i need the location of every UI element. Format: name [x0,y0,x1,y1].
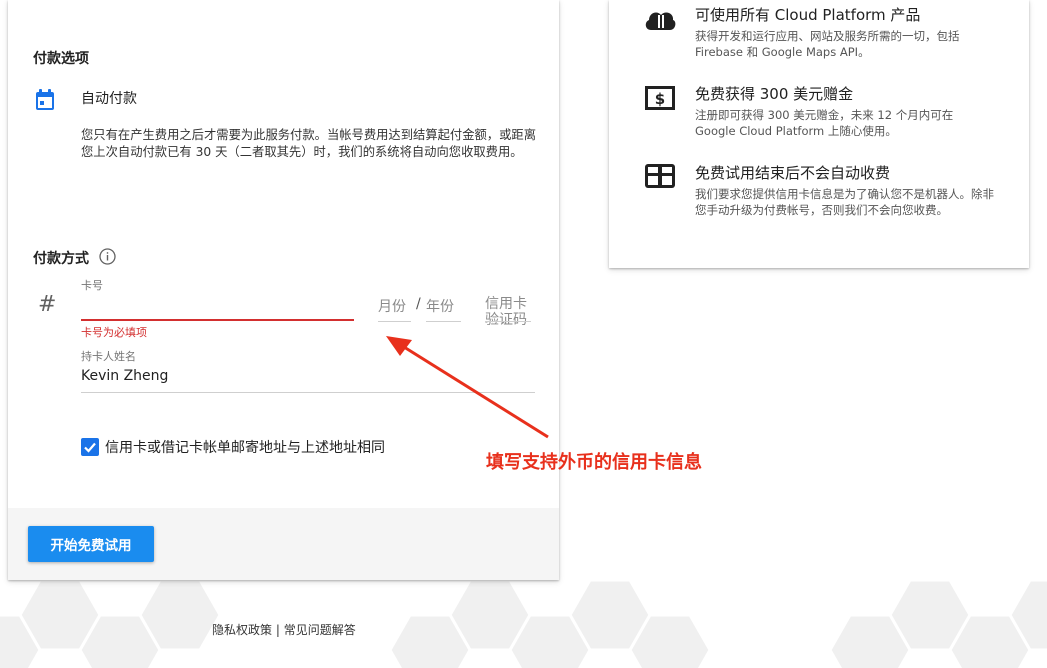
svg-text:$: $ [655,90,665,108]
cardholder-underline [81,392,535,393]
cvc-underline [485,321,531,322]
cvc-input[interactable]: 信用卡验证码 [485,296,531,328]
footer-separator: | [275,623,280,637]
card-number-label: 卡号 [81,279,103,292]
benefits-card: 可使用所有 Cloud Platform 产品 获得开发和运行应用、网站及服务所… [609,0,1029,268]
expiry-year-underline [426,321,461,322]
expiry-month-underline [378,321,411,322]
card-number-input[interactable] [81,294,353,318]
start-free-trial-button[interactable]: 开始免费试用 [28,526,154,562]
dollar-icon: $ [645,86,675,110]
same-address-checkbox[interactable] [81,438,99,456]
cloud-icon [645,12,676,30]
auto-pay-label: 自动付款 [81,91,137,107]
cardholder-name-input[interactable]: Kevin Zheng [81,368,168,384]
benefit-title-3: 免费试用结束后不会自动收费 [695,164,891,182]
card-number-hash-icon: # [38,292,57,317]
annotation-text: 填写支持外币的信用卡信息 [486,452,702,473]
hexagon-pattern-background [0,580,1047,668]
footer-links: 隐私权政策 | 常见问题解答 [212,621,356,638]
checkmark-icon [84,442,96,453]
no-charge-icon [645,164,675,188]
card-number-error-underline [81,319,354,321]
expiry-year-input[interactable]: 年份 [426,296,454,316]
same-address-label: 信用卡或借记卡帐单邮寄地址与上述地址相同 [105,440,385,456]
benefit-title-1: 可使用所有 Cloud Platform 产品 [695,6,921,24]
privacy-policy-link[interactable]: 隐私权政策 [212,623,272,637]
expiry-month-input[interactable]: 月份 [378,296,406,316]
cardholder-label: 持卡人姓名 [81,350,136,363]
benefit-desc-3: 我们要求您提供信用卡信息是为了确认您不是机器人。除非您手动升级为付费帐号，否则我… [695,187,994,217]
calendar-icon [36,89,54,110]
benefit-title-2: 免费获得 300 美元赠金 [695,85,854,103]
benefit-desc-2: 注册即可获得 300 美元赠金，未来 12 个月内可在 Google Cloud… [695,108,954,138]
info-icon[interactable] [99,248,116,265]
card-number-error-text: 卡号为必填项 [81,326,147,339]
faq-link[interactable]: 常见问题解答 [284,623,356,637]
payment-options-title: 付款选项 [33,51,89,67]
expiry-separator: / [416,296,421,312]
billing-form-card: 付款选项 自动付款 您只有在产生费用之后才需要为此服务付款。当帐号费用达到结算起… [8,0,559,580]
benefit-desc-1: 获得开发和运行应用、网站及服务所需的一切，包括 Firebase 和 Googl… [695,29,960,59]
payment-method-title: 付款方式 [33,251,89,267]
auto-pay-description: 您只有在产生费用之后才需要为此服务付款。当帐号费用达到结算起付金额，或距离您上次… [81,128,536,159]
